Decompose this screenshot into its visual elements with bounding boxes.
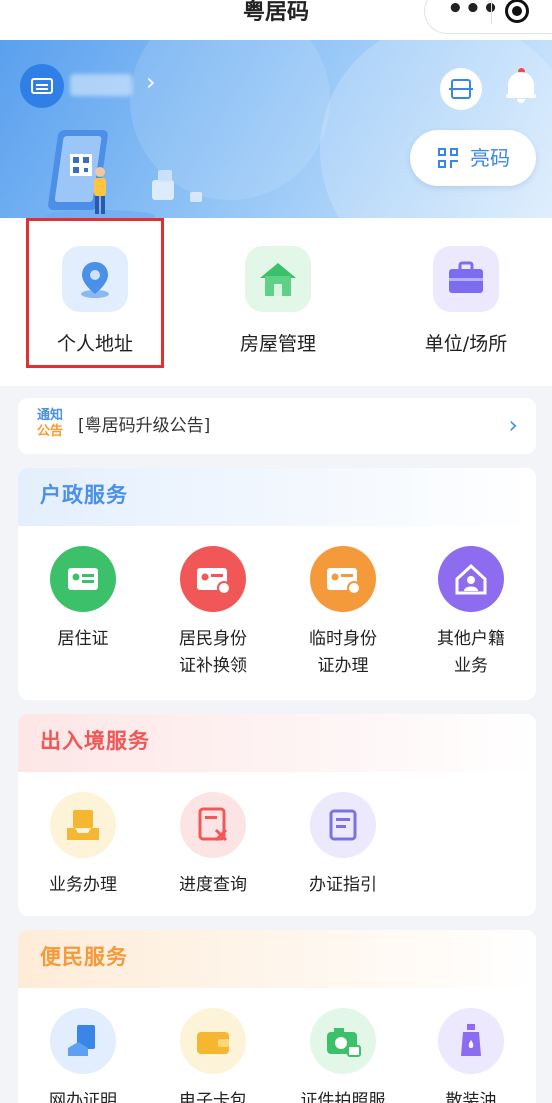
service-e-wallet[interactable]: 电子卡包 [148,1008,278,1103]
service-bulk-oil[interactable]: 散装油 [406,1008,536,1103]
service-label: 证件拍照服 [300,1091,386,1103]
section-header: 户政服务 [18,468,536,526]
service-label: 办证指引 [309,875,377,895]
convenience-services-card: 便民服务 网办证明 电子卡包 证件拍照服 散装油 [18,930,536,1103]
entry-exit-services-card: 出入境服务 业务办理 进度查询 办证指引 [18,714,536,916]
photo-camera-icon [310,1008,376,1074]
household-home-icon [438,546,504,612]
service-label: 临时身份 证办理 [309,629,377,676]
section-title: 户政服务 [40,483,128,507]
service-label: 其他户籍 业务 [437,629,505,676]
oil-bottle-icon [438,1008,504,1074]
quick-entry-panel: 个人地址 房屋管理 单位/场所 [0,218,552,386]
location-pin-icon [62,246,128,312]
service-label: 业务办理 [49,875,117,895]
service-online-certificate[interactable]: 网办证明 [18,1008,148,1103]
close-miniprogram-icon[interactable] [505,0,529,23]
service-label: 居住证 [57,629,109,649]
announcement-text: [粤居码升级公告] [78,416,211,436]
service-certificate-guide[interactable]: 办证指引 [278,792,408,899]
online-certificate-icon [50,1008,116,1074]
progress-document-icon [180,792,246,858]
show-code-label: 亮码 [470,146,510,170]
wallet-icon [180,1008,246,1074]
service-residence-permit[interactable]: 居住证 [18,546,148,653]
service-business-handling[interactable]: 业务办理 [18,792,148,899]
mini-program-nav-bar: 粤居码 ••• [0,0,552,40]
id-card-replace-icon [180,546,246,612]
business-tray-icon [50,792,116,858]
briefcase-icon [433,246,499,312]
residence-card-icon [50,546,116,612]
capsule-divider [491,0,492,23]
user-chevron-icon[interactable]: › [146,70,156,94]
service-id-photo[interactable]: 证件拍照服 [278,1008,408,1103]
chevron-right-icon: › [508,411,518,439]
service-temporary-id[interactable]: 临时身份 证办理 [278,546,408,680]
id-card-icon[interactable] [20,64,64,108]
service-progress-query[interactable]: 进度查询 [148,792,278,899]
quick-entry-unit-venue[interactable]: 单位/场所 [396,246,536,356]
phone-qr-illustration [45,130,202,218]
section-header: 便民服务 [18,930,536,988]
capsule-menu: ••• [424,0,552,34]
temporary-id-icon [310,546,376,612]
service-other-household[interactable]: 其他户籍 业务 [406,546,536,680]
notice-tag: 通知 公告 [36,408,63,439]
guide-document-icon [310,792,376,858]
section-title: 便民服务 [40,945,128,969]
section-header: 出入境服务 [18,714,536,772]
show-code-button[interactable]: 亮码 [410,130,536,186]
house-icon [245,246,311,312]
user-name-masked[interactable] [70,74,132,96]
service-label: 电子卡包 [179,1091,247,1103]
qr-code-icon [438,148,458,168]
announcement-bar[interactable]: 通知 公告 [粤居码升级公告] › [18,398,536,454]
service-label: 散装油 [445,1091,497,1103]
header-banner: › 亮码 [0,40,552,218]
quick-entry-label: 个人地址 [56,333,133,355]
service-label: 进度查询 [179,875,247,895]
quick-entry-label: 房屋管理 [239,333,316,355]
section-title: 出入境服务 [40,729,150,753]
quick-entry-label: 单位/场所 [424,333,508,355]
household-services-card: 户政服务 居住证 居民身份 证补换领 临时身份 证办理 其他户籍 业务 [18,468,536,700]
service-label: 居民身份 证补换领 [179,629,247,676]
notification-bell-icon[interactable] [506,68,536,103]
quick-entry-housing[interactable]: 房屋管理 [208,246,348,356]
service-id-card-replacement[interactable]: 居民身份 证补换领 [148,546,278,680]
service-label: 网办证明 [49,1091,117,1103]
quick-entry-personal-address[interactable]: 个人地址 [25,246,165,356]
scan-button[interactable] [440,68,482,110]
